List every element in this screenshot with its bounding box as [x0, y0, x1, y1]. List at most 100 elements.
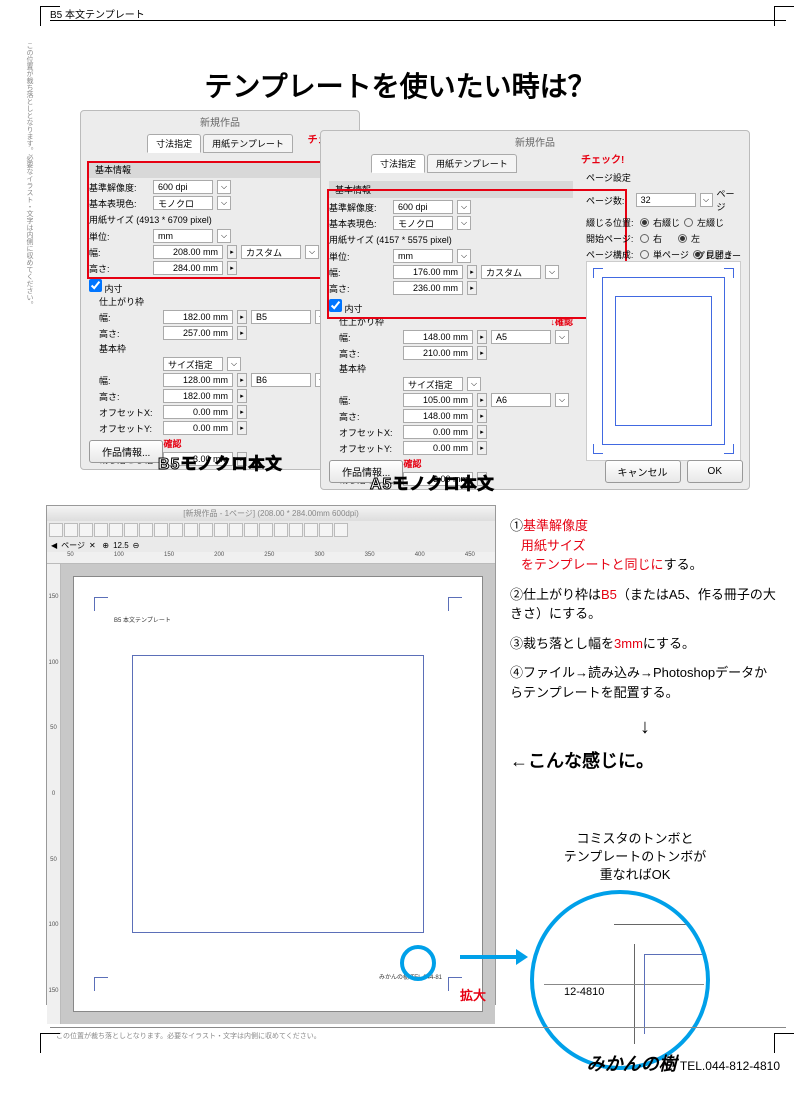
ox-field[interactable]: 0.00 mm	[403, 425, 473, 439]
tool-icon[interactable]	[109, 523, 123, 537]
tool-icon[interactable]	[214, 523, 228, 537]
editor-tabs: ◀ ページ ✕ ⊕ 12.5 ⊖	[47, 539, 495, 552]
bh-field[interactable]: 148.00 mm	[403, 409, 473, 423]
step-icon[interactable]: ▸	[237, 326, 247, 340]
bw-field[interactable]: 105.00 mm	[403, 393, 473, 407]
step-icon[interactable]: ▸	[477, 393, 487, 407]
radio-left[interactable]	[678, 234, 687, 243]
fw-field[interactable]: 182.00 mm	[163, 310, 233, 324]
confirm-label: ↓確認	[399, 457, 573, 470]
fh-label: 高さ:	[339, 347, 399, 360]
page-tab[interactable]: ページ	[61, 540, 85, 551]
tool-icon[interactable]	[184, 523, 198, 537]
fh-field[interactable]: 210.00 mm	[403, 346, 473, 360]
instructions: ①基準解像度 用紙サイズ をテンプレートと同じにする。 ②仕上がり枠はB5（また…	[510, 516, 780, 775]
tool-icon[interactable]	[64, 523, 78, 537]
info-button[interactable]: 作品情報...	[89, 440, 163, 463]
crop-mark-icon	[40, 1033, 60, 1053]
bh-label: 高さ:	[339, 410, 399, 423]
pages-label: ページ数:	[586, 194, 632, 207]
radio-single[interactable]	[640, 250, 649, 259]
fsize-field[interactable]: A5	[491, 330, 551, 344]
ok-button[interactable]: OK	[687, 460, 743, 483]
step-icon[interactable]: ▸	[477, 330, 487, 344]
dropdown-icon[interactable]: ⌵	[227, 357, 241, 371]
tool-icon[interactable]	[79, 523, 93, 537]
step-icon[interactable]: ▸	[237, 421, 247, 435]
tab-template[interactable]: 用紙テンプレート	[427, 154, 517, 173]
highlight-box	[87, 161, 353, 279]
bsize-field[interactable]: B6	[251, 373, 311, 387]
tool-icon[interactable]	[169, 523, 183, 537]
fh-field[interactable]: 257.00 mm	[163, 326, 233, 340]
zoom-value[interactable]: 12.5	[113, 541, 129, 550]
dialog-title: 新規作品	[321, 131, 749, 152]
bw-label: 幅:	[339, 394, 399, 407]
preview-box	[586, 261, 741, 461]
dialog-b5: 新規作品 寸法指定 用紙テンプレート チェック! 基本情報 基準解像度:600 …	[80, 110, 360, 470]
ox-label: オフセットX:	[339, 426, 399, 439]
bw-field[interactable]: 128.00 mm	[163, 373, 233, 387]
pages-field[interactable]: 32	[636, 193, 696, 207]
comp-label: ページ構成:	[586, 248, 636, 261]
tombo-note: コミスタのトンボとテンプレートのトンボが重なればOK	[530, 830, 740, 885]
radio-left[interactable]	[684, 218, 693, 227]
fw-field[interactable]: 148.00 mm	[403, 330, 473, 344]
tool-icon[interactable]	[229, 523, 243, 537]
inner-label: 内寸	[105, 284, 123, 294]
tool-icon[interactable]	[274, 523, 288, 537]
tool-icon[interactable]	[244, 523, 258, 537]
tab-size[interactable]: 寸法指定	[147, 134, 201, 153]
dropdown-icon[interactable]: ⌵	[555, 330, 569, 344]
size-spec-field[interactable]: サイズ指定	[163, 357, 223, 371]
dropdown-icon[interactable]: ⌵	[467, 377, 481, 391]
tool-icon[interactable]	[304, 523, 318, 537]
tool-icon[interactable]	[154, 523, 168, 537]
radio-right[interactable]	[640, 234, 649, 243]
tool-icon[interactable]	[139, 523, 153, 537]
tool-icon[interactable]	[334, 523, 348, 537]
step-icon[interactable]: ▸	[477, 409, 487, 423]
tool-icon[interactable]	[124, 523, 138, 537]
crop-mark-icon	[724, 444, 734, 454]
dialog-a5: 新規作品 寸法指定 用紙テンプレート チェック! ページ設定 ページ数: 32 ⌵ ペ…	[320, 130, 750, 490]
tool-icon[interactable]	[259, 523, 273, 537]
dropdown-icon[interactable]: ⌵	[555, 393, 569, 407]
tool-icon[interactable]	[199, 523, 213, 537]
ps-title: ページ設定	[586, 171, 741, 184]
tab-size[interactable]: 寸法指定	[371, 154, 425, 173]
check-label: チェック!	[581, 151, 624, 166]
bh-field[interactable]: 182.00 mm	[163, 389, 233, 403]
fsize-field[interactable]: B5	[251, 310, 311, 324]
step-icon[interactable]: ▸	[237, 405, 247, 419]
step-icon[interactable]: ▸	[477, 346, 487, 360]
step-icon[interactable]: ▸	[237, 310, 247, 324]
tool-icon[interactable]	[49, 523, 63, 537]
size-spec-field[interactable]: サイズ指定	[403, 377, 463, 391]
inner-checkbox[interactable]	[89, 279, 102, 292]
footer-logo: みかんの樹 TEL.044-812-4810	[587, 1050, 780, 1076]
tab-template[interactable]: 用紙テンプレート	[203, 134, 293, 153]
oy-field[interactable]: 0.00 mm	[403, 441, 473, 455]
ox-field[interactable]: 0.00 mm	[163, 405, 233, 419]
logo-text: みかんの樹	[587, 1054, 677, 1074]
bsize-field[interactable]: A6	[491, 393, 551, 407]
tool-icon[interactable]	[319, 523, 333, 537]
page-title: テンプレートを使いたい時は？	[0, 65, 800, 105]
tel-text: TEL.044-812-4810	[680, 1059, 780, 1073]
cancel-button[interactable]: キャンセル	[605, 460, 681, 483]
oy-label: オフセットY:	[339, 442, 399, 455]
dropdown-icon[interactable]: ⌵	[700, 193, 713, 207]
down-arrow-icon: ↓	[510, 712, 780, 742]
step-icon[interactable]: ▸	[477, 441, 487, 455]
step-icon[interactable]: ▸	[237, 389, 247, 403]
step-icon[interactable]: ▸	[477, 425, 487, 439]
b5-label: B5モノクロ本文	[158, 450, 282, 474]
editor-title: [新規作品 - 1ページ] (208.00 * 284.00mm 600dpi)	[47, 506, 495, 521]
radio-right[interactable]	[640, 218, 649, 227]
tool-icon[interactable]	[289, 523, 303, 537]
fw-label: 幅:	[339, 331, 399, 344]
step-icon[interactable]: ▸	[237, 373, 247, 387]
tool-icon[interactable]	[94, 523, 108, 537]
oy-field[interactable]: 0.00 mm	[163, 421, 233, 435]
